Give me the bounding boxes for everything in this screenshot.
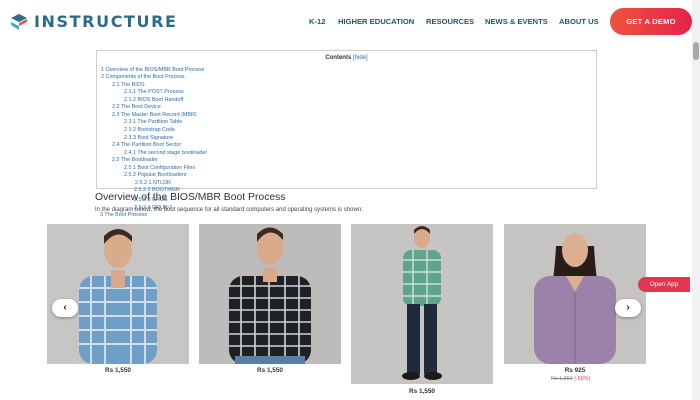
product-price: Rs 925 bbox=[564, 367, 586, 374]
product-old-price: Rs 1,850 (-50%) bbox=[551, 376, 590, 382]
product-photo-lavender-shirt bbox=[504, 224, 646, 364]
product-photo-green-check-shirt bbox=[351, 224, 493, 384]
nav-k12[interactable]: K-12 bbox=[309, 17, 325, 26]
nav-resources[interactable]: RESOURCES bbox=[426, 17, 474, 26]
section-heading: Overview of the BIOS/MBR Boot Process bbox=[95, 192, 286, 203]
logo-text: INSTRUCTURE bbox=[34, 12, 178, 31]
toc-item[interactable]: 2.5.1 Boot Configuration Files bbox=[124, 165, 195, 171]
discount-badge: (-50%) bbox=[574, 376, 591, 382]
toc-title: Contents [hide] bbox=[97, 55, 596, 61]
logo-mark-icon bbox=[11, 13, 27, 30]
product-card[interactable]: Rs 1,550 bbox=[199, 224, 341, 380]
section-text: In the diagram below, the boot sequence … bbox=[95, 207, 363, 213]
original-price: Rs 1,850 bbox=[551, 376, 573, 382]
table-of-contents: Contents [hide] 1 Overview of the BIOS/M… bbox=[96, 50, 597, 189]
toc-item[interactable]: 2 Components of the Boot Process bbox=[101, 74, 185, 80]
instructure-logo[interactable]: INSTRUCTURE bbox=[10, 12, 178, 31]
toc-item[interactable]: 2.2 The Boot Device bbox=[112, 104, 161, 110]
open-app-button[interactable]: Open App bbox=[638, 277, 690, 292]
toc-item[interactable]: 2.5.2 Popular Bootloaders bbox=[124, 172, 186, 178]
toc-item[interactable]: 2.3.1 The Partition Table bbox=[124, 119, 182, 125]
toc-item[interactable]: 2.3.2 Bootstrap Code bbox=[124, 127, 175, 133]
toc-item[interactable]: 2.5 The Bootloader bbox=[112, 157, 158, 163]
nav-about-us[interactable]: ABOUT US bbox=[559, 17, 599, 26]
product-price: Rs 1,550 bbox=[257, 367, 283, 374]
page-scrollbar[interactable] bbox=[692, 0, 700, 400]
toc-item[interactable]: 2.3.3 Boot Signature bbox=[124, 135, 173, 141]
toc-hide-toggle[interactable]: [hide] bbox=[353, 55, 368, 61]
scrollbar-thumb[interactable] bbox=[693, 42, 699, 60]
product-photo-checked-shirt bbox=[47, 224, 189, 364]
product-price: Rs 1,550 bbox=[105, 367, 131, 374]
chevron-left-icon: ‹ bbox=[63, 302, 67, 313]
toc-item[interactable]: 2.1 The BIOS bbox=[112, 82, 145, 88]
toc-item[interactable]: 2.4 The Partition Boot Sector bbox=[112, 142, 181, 148]
toc-item[interactable]: 2.1.1 The POST Process bbox=[124, 89, 184, 95]
carousel-prev-button[interactable]: ‹ bbox=[52, 299, 78, 317]
carousel-next-button[interactable]: › bbox=[615, 299, 641, 317]
chevron-right-icon: › bbox=[626, 302, 630, 313]
toc-item[interactable]: 2.5.2.1 NTLDR bbox=[135, 180, 171, 186]
nav-news-events[interactable]: NEWS & EVENTS bbox=[485, 17, 548, 26]
get-a-demo-button[interactable]: GET A DEMO bbox=[610, 8, 692, 35]
product-card[interactable]: Rs 1,550 bbox=[351, 224, 493, 400]
toc-heading: Contents bbox=[325, 55, 352, 61]
toc-item[interactable]: 2.1.2 BIOS Boot Handoff bbox=[124, 97, 183, 103]
site-header: INSTRUCTURE K-12 HIGHER EDUCATION RESOUR… bbox=[0, 0, 692, 45]
toc-item[interactable]: 2.3 The Master Boot Record (MBR) bbox=[112, 112, 197, 118]
product-photo-black-check-shirt bbox=[199, 224, 341, 364]
product-price: Rs 1,550 bbox=[409, 388, 435, 395]
toc-item[interactable]: 2.4.1 The second stage bootloader bbox=[124, 150, 207, 156]
nav-higher-education[interactable]: HIGHER EDUCATION bbox=[338, 17, 414, 26]
toc-item[interactable]: 1 Overview of the BIOS/MBR Boot Process bbox=[101, 67, 204, 73]
